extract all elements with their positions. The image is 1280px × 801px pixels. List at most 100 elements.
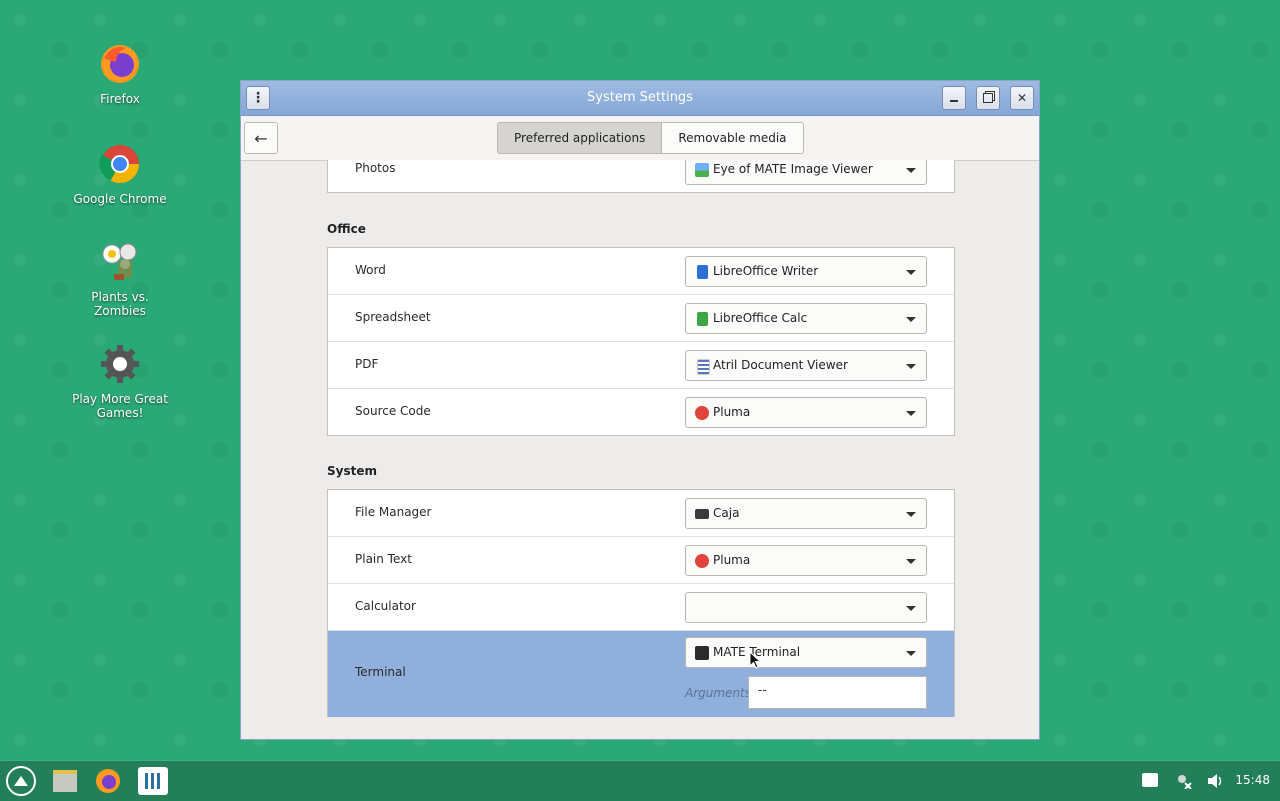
row-label: PDF [355, 357, 379, 371]
pluma-icon [695, 554, 709, 568]
firefox-icon [98, 42, 142, 86]
row-photos: Photos Eye of MATE Image Viewer [328, 160, 954, 193]
header-bar: ← Preferred applications Removable media [241, 116, 1039, 161]
settings-scroll-area[interactable]: Photos Eye of MATE Image Viewer Office W… [241, 160, 1039, 739]
mountain-logo-icon [14, 776, 28, 786]
chevron-down-icon [906, 512, 916, 517]
taskbar-file-manager[interactable] [51, 767, 79, 795]
row-label: Calculator [355, 599, 416, 613]
desktop-icon-label: Google Chrome [73, 192, 167, 206]
selected-app: LibreOffice Writer [713, 264, 819, 278]
selected-app: Caja [713, 506, 740, 520]
mouse-pointer-icon [749, 650, 762, 673]
terminal-app-select[interactable]: MATE Terminal [685, 637, 927, 668]
taskbar-firefox[interactable] [94, 767, 122, 795]
plants-vs-zombies-icon [98, 240, 142, 284]
spreadsheet-app-select[interactable]: LibreOffice Calc [685, 303, 927, 334]
row-terminal: Terminal MATE Terminal Arguments -- [328, 631, 954, 717]
window-title: System Settings [587, 90, 693, 105]
chevron-down-icon [906, 364, 916, 369]
desktop-icon-google-chrome[interactable]: Google Chrome [65, 142, 175, 206]
system-settings-window: ⋮ System Settings ✕ ← Preferred applicat… [240, 80, 1040, 740]
row-pdf: PDF Atril Document Viewer [328, 342, 954, 389]
restore-icon [983, 93, 993, 103]
arguments-label: Arguments [685, 686, 751, 700]
selected-app: Atril Document Viewer [713, 358, 848, 372]
taskbar-system-settings[interactable] [138, 767, 168, 795]
row-label: Terminal [355, 665, 406, 679]
selected-app: LibreOffice Calc [713, 311, 808, 325]
firefox-icon [96, 769, 120, 793]
maximize-button[interactable] [976, 86, 1000, 110]
chevron-down-icon [906, 168, 916, 173]
chevron-down-icon [906, 411, 916, 416]
arrow-left-icon: ← [254, 128, 268, 148]
network-disconnected-icon[interactable] [1176, 773, 1192, 790]
image-viewer-icon [695, 163, 709, 177]
settings-sliders-icon [145, 773, 161, 789]
tab-removable-media[interactable]: Removable media [662, 122, 804, 154]
calculator-app-select[interactable] [685, 592, 927, 623]
back-button[interactable]: ← [244, 122, 278, 154]
clock[interactable]: 15:48 [1235, 773, 1270, 787]
row-plain-text: Plain Text Pluma [328, 537, 954, 584]
start-menu-button[interactable] [6, 766, 36, 796]
window-titlebar[interactable]: ⋮ System Settings ✕ [241, 81, 1039, 116]
selected-app: Pluma [713, 405, 751, 419]
desktop-icon-label: Plants vs. Zombies [91, 290, 149, 318]
folder-icon [695, 509, 709, 519]
plain-text-app-select[interactable]: Pluma [685, 545, 927, 576]
close-button[interactable]: ✕ [1010, 86, 1034, 110]
chevron-down-icon [906, 270, 916, 275]
row-word: Word LibreOffice Writer [328, 248, 954, 295]
chevron-down-icon [906, 317, 916, 322]
close-icon: ✕ [1016, 91, 1028, 105]
desktop-icon-plants-vs-zombies[interactable]: Plants vs. Zombies [65, 240, 175, 318]
photos-app-select[interactable]: Eye of MATE Image Viewer [685, 160, 927, 185]
system-frame: File Manager Caja Plain Text Pluma Calcu… [327, 489, 955, 717]
multimedia-frame: Photos Eye of MATE Image Viewer [327, 160, 955, 193]
pluma-icon [695, 406, 709, 420]
word-app-select[interactable]: LibreOffice Writer [685, 256, 927, 287]
gear-icon [98, 342, 142, 386]
row-label: Source Code [355, 404, 431, 418]
writer-icon [697, 265, 708, 279]
file-cabinet-icon [53, 770, 77, 792]
chevron-down-icon [906, 559, 916, 564]
tab-bar: Preferred applications Removable media [497, 122, 804, 154]
row-file-manager: File Manager Caja [328, 490, 954, 537]
row-label: Word [355, 263, 386, 277]
minimize-icon [950, 100, 958, 102]
section-title-system: System [327, 464, 377, 478]
chrome-icon [98, 142, 142, 186]
row-label: Plain Text [355, 552, 412, 566]
office-frame: Word LibreOffice Writer Spreadsheet Libr… [327, 247, 955, 436]
desktop-icon-label: Firefox [100, 92, 140, 106]
section-title-office: Office [327, 222, 366, 236]
row-label: Spreadsheet [355, 310, 431, 324]
arguments-field[interactable]: -- [748, 676, 927, 709]
row-label: File Manager [355, 505, 432, 519]
file-manager-app-select[interactable]: Caja [685, 498, 927, 529]
desktop-icon-play-more-games[interactable]: Play More Great Games! [65, 342, 175, 420]
terminal-icon [695, 646, 709, 660]
selected-app: Eye of MATE Image Viewer [713, 162, 873, 176]
row-source-code: Source Code Pluma [328, 389, 954, 436]
source-code-app-select[interactable]: Pluma [685, 397, 927, 428]
desktop-icon-firefox[interactable]: Firefox [65, 42, 175, 106]
tab-preferred-applications[interactable]: Preferred applications [497, 122, 663, 154]
printer-icon[interactable] [1142, 773, 1158, 787]
chevron-down-icon [906, 606, 916, 611]
desktop-icon-label: Play More Great Games! [72, 392, 168, 420]
chevron-down-icon [906, 651, 916, 656]
pdf-app-select[interactable]: Atril Document Viewer [685, 350, 927, 381]
calc-icon [697, 312, 708, 326]
row-spreadsheet: Spreadsheet LibreOffice Calc [328, 295, 954, 342]
row-label: Photos [355, 161, 396, 175]
minimize-button[interactable] [942, 86, 966, 110]
row-calculator: Calculator [328, 584, 954, 631]
selected-app: Pluma [713, 553, 751, 567]
volume-icon[interactable] [1207, 773, 1225, 789]
document-viewer-icon [697, 359, 710, 375]
taskbar: 15:48 [0, 760, 1280, 801]
